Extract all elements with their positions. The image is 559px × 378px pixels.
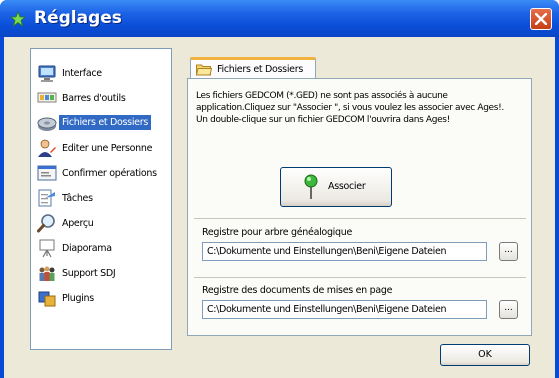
sidebar-item-files-folders[interactable]: Fichiers et Dossiers: [37, 112, 169, 136]
people-icon: [39, 266, 55, 281]
sidebar-item-label: Confirmer opérations: [62, 168, 157, 179]
sidebar-item-support-sdj[interactable]: Support SDJ: [37, 262, 169, 286]
close-button[interactable]: [530, 8, 552, 30]
folder-icon: [196, 64, 212, 76]
divider: [194, 218, 526, 219]
sidebar-item-label: Diaporama: [62, 243, 112, 254]
registry-tree-label: Registre pour arbre généalogique: [202, 227, 353, 238]
sidebar-item-label: Barres d'outils: [62, 93, 126, 104]
hard-disk-icon: [37, 117, 57, 131]
registry-docs-label: Registre des documents de mises en page: [202, 285, 393, 296]
sidebar-item-plugins[interactable]: Plugins: [37, 287, 169, 311]
files-folders-panel: Les fichiers GEDCOM (*.GED) ne sont pas …: [187, 78, 532, 336]
sidebar-item-preview[interactable]: Aperçu: [37, 212, 169, 236]
sidebar-item-label: Plugins: [62, 293, 94, 304]
divider: [194, 277, 526, 278]
associate-button[interactable]: Associer: [280, 167, 392, 207]
sidebar-item-label: Fichiers et Dossiers: [59, 115, 151, 130]
toolbar-icon: [37, 92, 57, 103]
sidebar-item-label: Tâches: [62, 193, 93, 204]
sidebar-item-slideshow[interactable]: Diaporama: [37, 237, 169, 261]
title-bar[interactable]: Réglages: [0, 0, 559, 37]
sidebar-item-label: Aperçu: [62, 218, 94, 229]
registry-tree-path-field[interactable]: C:\Dokumente und Einstellungen\Beni\Eige…: [202, 242, 487, 261]
sidebar-item-label: Support SDJ: [62, 268, 116, 279]
registry-docs-path-field[interactable]: C:\Dokumente und Einstellungen\Beni\Eige…: [202, 300, 487, 319]
browse-tree-button[interactable]: ...: [499, 242, 518, 261]
computer-icon: [38, 65, 56, 82]
settings-window: Réglages Interface Barres d'outils Fichi…: [0, 0, 559, 378]
tab-files-folders[interactable]: Fichiers et Dossiers: [190, 57, 316, 79]
sidebar-item-toolbars[interactable]: Barres d'outils: [37, 87, 169, 111]
projector-icon: [39, 239, 55, 258]
browse-docs-button[interactable]: ...: [499, 300, 518, 319]
sidebar-item-confirm-operations[interactable]: Confirmer opérations: [37, 162, 169, 186]
task-icon: [38, 189, 55, 207]
sidebar-item-edit-person[interactable]: Editer une Personne: [37, 137, 169, 161]
sidebar-item-interface[interactable]: Interface: [37, 62, 169, 86]
magnifier-icon: [37, 214, 55, 233]
person-edit-icon: [38, 139, 56, 157]
ok-button[interactable]: OK: [440, 344, 530, 366]
gedcom-association-info: Les fichiers GEDCOM (*.GED) ne sont pas …: [196, 91, 504, 125]
window-title: Réglages: [34, 8, 122, 28]
plugin-icon: [38, 291, 56, 307]
app-icon: [10, 11, 26, 27]
tab-label: Fichiers et Dossiers: [217, 64, 303, 75]
sidebar-item-label: Editer une Personne: [62, 143, 153, 154]
sidebar-item-tasks[interactable]: Tâches: [37, 187, 169, 211]
sidebar-item-label: Interface: [62, 68, 102, 79]
associate-label: Associer: [328, 181, 366, 192]
dialog-icon: [37, 165, 57, 181]
close-icon: [535, 13, 547, 25]
pin-icon: [304, 174, 318, 199]
settings-category-list[interactable]: Interface Barres d'outils Fichiers et Do…: [30, 48, 172, 350]
